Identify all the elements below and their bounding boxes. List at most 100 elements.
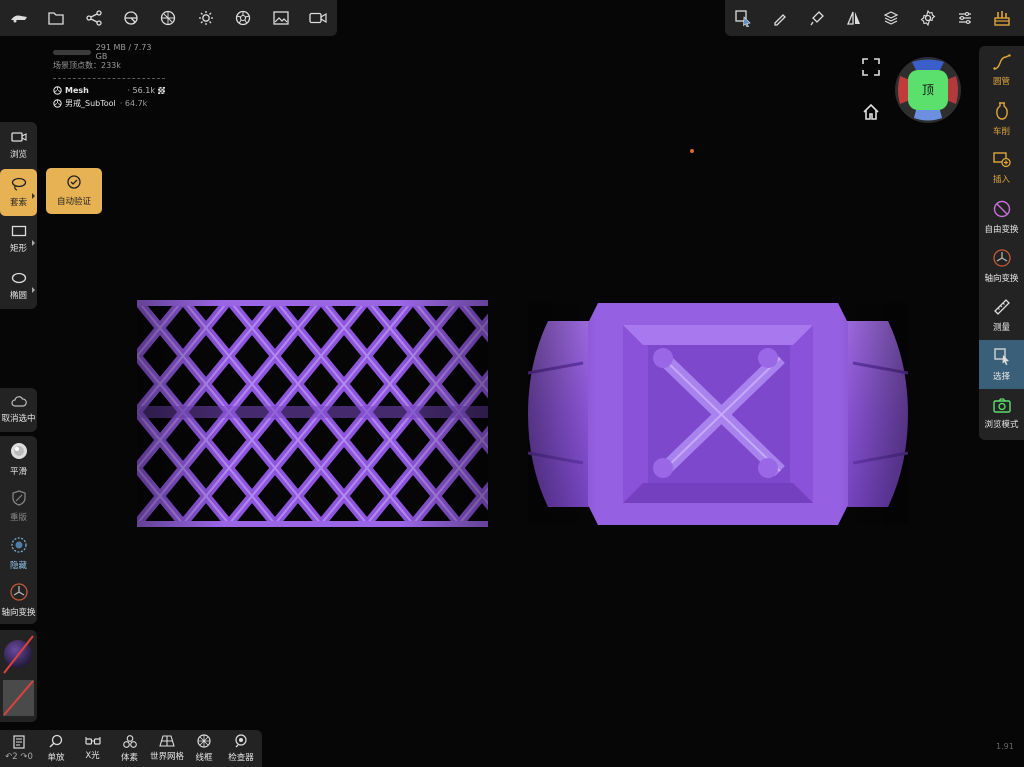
world-grid-button[interactable]: 世界网格: [148, 732, 186, 766]
auto-verify-button[interactable]: 自动验证: [46, 168, 102, 214]
history-label: ↶2 ↷0: [5, 752, 33, 762]
tool-measure[interactable]: 测量: [979, 291, 1024, 340]
checker-icon[interactable]: [158, 87, 165, 94]
smooth-button[interactable]: 平滑: [0, 436, 37, 483]
voxel-button[interactable]: 体素: [111, 732, 148, 766]
signet-ring-model[interactable]: [528, 303, 908, 525]
light-icon[interactable]: [187, 0, 224, 36]
vase-icon: [995, 102, 1008, 120]
inspector-icon: [235, 734, 247, 748]
check-circle-icon: [67, 175, 81, 189]
tool-select-label: 选择: [992, 372, 1010, 382]
material-swatch-flat[interactable]: [3, 680, 34, 716]
wireframe-sphere-icon: [197, 734, 211, 748]
tool-browse[interactable]: 浏览: [0, 122, 37, 169]
insert-plus-icon: [992, 152, 1011, 168]
tool-measure-label: 测量: [992, 323, 1010, 333]
primitive-icon[interactable]: [112, 0, 149, 36]
axis-transform-icon: [9, 583, 28, 601]
subtool-name: 男戒_SubTool: [65, 99, 116, 108]
tool-free-transform-label: 自由变换: [984, 225, 1019, 235]
mesh-aperture-icon: [53, 86, 62, 95]
view-gizmo[interactable]: 顶: [894, 56, 962, 124]
mesh-row[interactable]: Mesh · 56.1k: [53, 84, 165, 97]
lasso-icon: [11, 177, 26, 191]
brush-icon[interactable]: [761, 0, 798, 36]
aperture-icon[interactable]: [225, 0, 262, 36]
glasses-icon: [84, 737, 101, 745]
material-swatch-sphere[interactable]: [3, 634, 34, 674]
auto-verify-label: 自动验证: [56, 197, 91, 207]
tool-select[interactable]: 选择: [979, 340, 1024, 389]
tool-rectangle[interactable]: 矩形: [0, 216, 37, 263]
tool-axis-transform[interactable]: 轴向变换: [979, 242, 1024, 291]
home-icon[interactable]: [862, 103, 880, 121]
mesh-name: Mesh: [65, 86, 89, 95]
hide-button[interactable]: 隐藏: [0, 530, 37, 577]
remesh-button[interactable]: 重版: [0, 483, 37, 530]
hide-label: 隐藏: [9, 561, 27, 571]
remesh-label: 重版: [9, 513, 27, 523]
tool-tube[interactable]: 圆管: [979, 46, 1024, 95]
tool-ellipse-label: 椭圆: [9, 291, 27, 301]
gizmo-face-label: 顶: [921, 83, 934, 97]
tube-curve-icon: [992, 54, 1011, 70]
tool-lathe[interactable]: 车削: [979, 95, 1024, 144]
deselect-label: 取消选中: [1, 414, 36, 424]
memory-bar: [53, 49, 91, 55]
history-button[interactable]: ↶2 ↷0: [0, 732, 38, 766]
xray-label: X光: [85, 751, 100, 761]
left-tool-panel: 浏览 套索 矩形 椭圆: [0, 122, 37, 309]
version-label: 1.91: [996, 742, 1014, 751]
select-tool-icon[interactable]: [725, 0, 761, 36]
paint-icon[interactable]: [798, 0, 835, 36]
app-logo-icon[interactable]: [0, 0, 37, 36]
video-camera-icon[interactable]: [300, 0, 337, 36]
scene-vertices: 场景顶点数：233k: [53, 61, 121, 70]
ruler-icon: [993, 299, 1010, 315]
tools-rack-icon[interactable]: [983, 0, 1020, 36]
xray-button[interactable]: X光: [74, 732, 111, 766]
left-actions-panel: 平滑 重版 隐藏 轴向变换: [0, 436, 37, 624]
magnifier-icon: [49, 734, 63, 748]
inspector-button[interactable]: 检查器: [222, 732, 260, 766]
layers-icon[interactable]: [872, 0, 909, 36]
solo-button[interactable]: 单放: [38, 732, 74, 766]
free-transform-icon: [993, 200, 1010, 218]
folder-icon[interactable]: [37, 0, 74, 36]
bottom-toolbar: ↶2 ↷0 单放 X光 体素 世界网格 线框 检查器: [0, 730, 262, 767]
settings-gear-icon[interactable]: [909, 0, 946, 36]
symmetry-icon[interactable]: [835, 0, 872, 36]
tool-view-mode[interactable]: 浏览模式: [979, 389, 1024, 438]
stats-overlay: 291 MB / 7.73 GB 场景顶点数：233k Mesh · 56.1k…: [53, 43, 165, 110]
axis-transform-button[interactable]: 轴向变换: [0, 577, 37, 624]
fullscreen-icon[interactable]: [862, 58, 880, 76]
sliders-icon[interactable]: [946, 0, 983, 36]
tool-ellipse[interactable]: 椭圆: [0, 263, 37, 310]
photo-camera-icon: [992, 397, 1011, 413]
tool-free-transform[interactable]: 自由变换: [979, 193, 1024, 242]
tool-lasso[interactable]: 套索: [0, 169, 37, 216]
select-cursor-icon: [993, 348, 1009, 365]
subtool-row[interactable]: 男戒_SubTool · 64.7k: [53, 97, 165, 110]
axis-gizmo-icon: [992, 249, 1011, 267]
wireframe-label: 线框: [195, 753, 213, 763]
subtool-count: · 64.7k: [119, 99, 148, 108]
subtool-aperture-icon: [53, 99, 62, 108]
tool-lathe-label: 车削: [992, 127, 1010, 137]
cloud-icon: [10, 396, 27, 407]
voxel-balls-icon: [122, 734, 137, 748]
tool-axis-transform-label: 轴向变换: [984, 274, 1019, 284]
deselect-button[interactable]: 取消选中: [0, 388, 37, 432]
tool-view-mode-label: 浏览模式: [984, 419, 1019, 430]
axis-transform-label: 轴向变换: [1, 608, 36, 618]
smooth-label: 平滑: [9, 467, 27, 477]
wireframe-button[interactable]: 线框: [186, 732, 222, 766]
lattice-ring-model[interactable]: [137, 300, 488, 527]
tool-insert[interactable]: 插入: [979, 144, 1024, 193]
share-icon[interactable]: [75, 0, 112, 36]
world-grid-label: 世界网格: [149, 752, 184, 762]
image-icon[interactable]: [262, 0, 299, 36]
material-swatches: [0, 630, 37, 722]
material-sphere-icon[interactable]: [150, 0, 187, 36]
